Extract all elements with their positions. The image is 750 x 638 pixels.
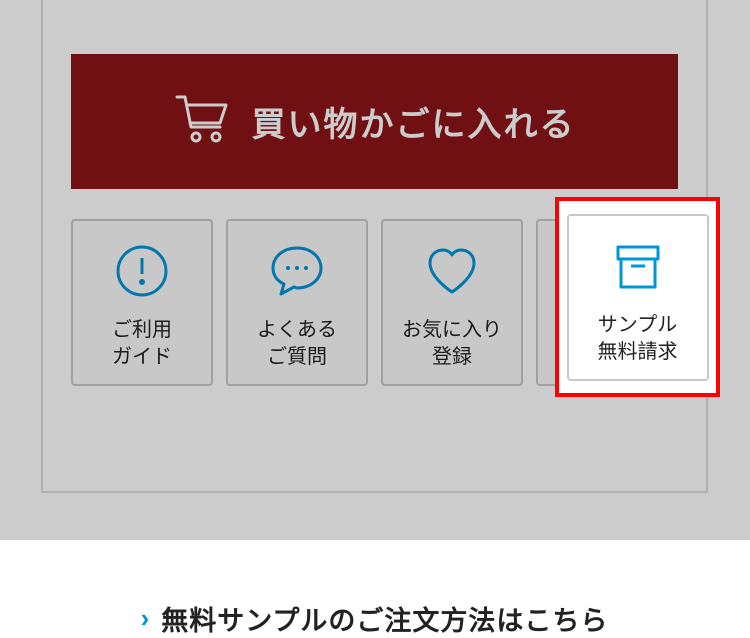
free-sample-link-text: 無料サンプルのご注文方法はこちら bbox=[161, 599, 608, 638]
free-sample-order-link[interactable]: › 無料サンプルのご注文方法はこちら bbox=[71, 599, 678, 638]
cart-icon bbox=[174, 93, 230, 150]
sample-tile-highlight: サンプル 無料請求 bbox=[555, 197, 720, 397]
add-to-cart-label: 買い物かごに入れる bbox=[252, 97, 576, 146]
faq-tile[interactable]: よくある ご質問 bbox=[226, 219, 368, 386]
tile-label: よくある ご質問 bbox=[257, 317, 337, 371]
tile-label: お気に入り 登録 bbox=[402, 317, 502, 371]
box-icon bbox=[610, 238, 666, 294]
add-to-cart-button[interactable]: 買い物かごに入れる bbox=[71, 54, 678, 189]
tile-label: サンプル 無料請求 bbox=[598, 312, 678, 366]
heart-icon bbox=[424, 243, 480, 299]
favorite-tile[interactable]: お気に入り 登録 bbox=[381, 219, 523, 386]
exclamation-circle-icon bbox=[114, 243, 170, 299]
speech-bubble-icon bbox=[269, 243, 325, 299]
chevron-right-icon: › bbox=[141, 603, 150, 634]
free-sample-request-tile[interactable]: サンプル 無料請求 bbox=[567, 214, 709, 381]
usage-guide-tile[interactable]: ご利用 ガイド bbox=[71, 219, 213, 386]
tile-label: ご利用 ガイド bbox=[112, 317, 172, 371]
